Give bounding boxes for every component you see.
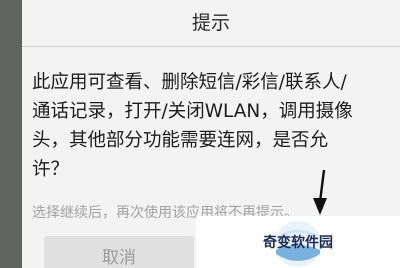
watermark-text: 奇变软件园: [263, 235, 333, 251]
mouse-pointer-icon: [313, 169, 327, 215]
title-divider: [22, 46, 400, 47]
dialog-message: 此应用可查看、删除短信/彩信/联系人/ 通话记录，打开/关闭WLAN，调用摄像 …: [32, 72, 353, 180]
dialog-title: 提示: [191, 12, 230, 34]
cancel-button[interactable]: 取消: [44, 236, 194, 268]
watermark: 奇变软件园: [196, 216, 400, 268]
background-app-edge: [0, 0, 22, 268]
screen: 提示 此应用可查看、删除短信/彩信/联系人/ 通话记录，打开/关闭WLAN，调用…: [0, 0, 400, 268]
